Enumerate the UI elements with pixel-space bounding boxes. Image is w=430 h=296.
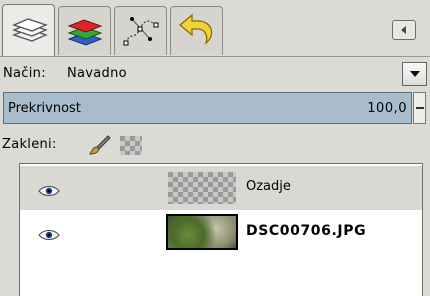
visibility-toggle[interactable]	[38, 182, 60, 201]
layer-row[interactable]: Ozadje	[20, 166, 422, 210]
lock-pixels-button[interactable]	[88, 133, 112, 161]
visibility-toggle[interactable]	[38, 226, 60, 245]
opacity-label: Prekrivnost	[8, 101, 81, 116]
opacity-slider[interactable]: Prekrivnost 100,0	[3, 92, 412, 124]
tab-layers[interactable]	[2, 4, 55, 57]
channels-icon	[67, 19, 102, 46]
mode-dropdown-button[interactable]	[402, 62, 427, 86]
layer-name[interactable]: Ozadje	[246, 179, 291, 194]
mode-label: Način:	[3, 66, 46, 81]
opacity-value[interactable]: 100,0	[367, 101, 407, 116]
lock-label: Zakleni:	[2, 137, 57, 152]
paths-icon	[123, 17, 158, 46]
undo-history-icon	[178, 13, 212, 45]
paintbrush-icon	[89, 135, 111, 155]
chevron-down-icon	[409, 71, 420, 77]
layers-list: Ozadje DSC00706.JPG	[19, 163, 423, 296]
tab-channels[interactable]	[58, 6, 111, 55]
opacity-spin-button[interactable]	[413, 92, 426, 124]
layer-row[interactable]: DSC00706.JPG	[20, 210, 422, 254]
tab-paths[interactable]	[114, 6, 167, 55]
eye-icon	[38, 186, 60, 196]
tab-undo-history[interactable]	[170, 6, 223, 55]
layer-thumbnail[interactable]	[166, 170, 238, 206]
layer-name[interactable]: DSC00706.JPG	[246, 223, 366, 239]
lock-alpha-button[interactable]	[120, 136, 142, 155]
dock-menu-button[interactable]	[392, 20, 416, 40]
mode-row: Način: Navadno	[0, 62, 430, 86]
tab-divider	[0, 56, 430, 57]
lock-row: Zakleni:	[0, 130, 430, 160]
mode-select-value[interactable]: Navadno	[67, 66, 127, 81]
eye-icon	[38, 230, 60, 240]
layer-thumbnail[interactable]	[166, 214, 238, 250]
tab-menu-icon	[401, 26, 406, 34]
dock-tab-bar	[0, 0, 430, 57]
layers-icon	[11, 18, 48, 42]
